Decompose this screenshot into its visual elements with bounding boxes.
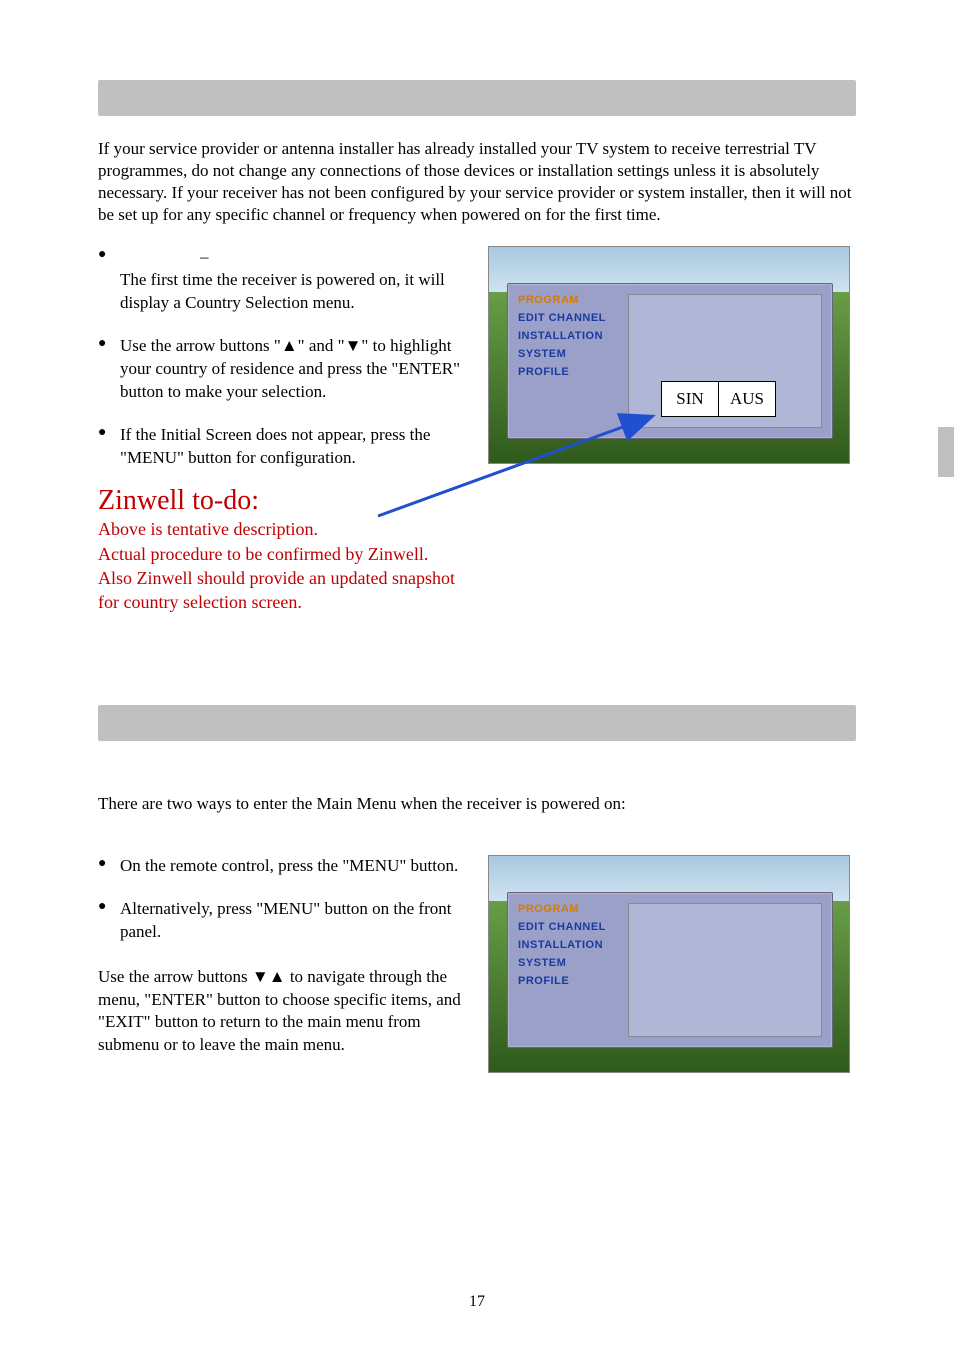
menu-content-area-2 (628, 903, 822, 1037)
bullet-remote-menu: On the remote control, press the "MENU" … (98, 855, 468, 878)
edge-tab (938, 427, 954, 477)
menu-item-profile: PROFILE (518, 366, 606, 378)
bullet-menu-fallback: If the Initial Screen does not appear, p… (98, 424, 468, 470)
section1-intro: If your service provider or antenna inst… (98, 138, 856, 226)
country-sin: SIN (662, 382, 719, 416)
menu2-item-profile: PROFILE (518, 975, 606, 987)
section2-intro: There are two ways to enter the Main Men… (98, 793, 856, 815)
menu2-item-edit-channel: EDIT CHANNEL (518, 921, 606, 933)
page-number: 17 (0, 1293, 954, 1311)
bullet-front-panel-menu: Alternatively, press "MENU" button on th… (98, 898, 468, 944)
section1-columns: – The first time the receiver is powered… (98, 246, 856, 614)
menu-sidebar-2: PROGRAM EDIT CHANNEL INSTALLATION SYSTEM… (518, 903, 606, 987)
document-page: If your service provider or antenna inst… (0, 0, 954, 1351)
nav-instructions: Use the arrow buttons ▼▲ to navigate thr… (98, 966, 468, 1058)
bullet-initial-screen: – The first time the receiver is powered… (98, 246, 468, 315)
section2-left: On the remote control, press the "MENU" … (98, 855, 468, 1058)
todo-heading: Zinwell to-do: (98, 484, 468, 518)
country-aus: AUS (719, 382, 775, 416)
section2-bullets: On the remote control, press the "MENU" … (98, 855, 468, 944)
todo-body: Above is tentative description. Actual p… (98, 517, 468, 614)
bullet-arrow-instructions: Use the arrow buttons "▲" and "▼" to hig… (98, 335, 468, 404)
menu-panel-2: PROGRAM EDIT CHANNEL INSTALLATION SYSTEM… (507, 892, 833, 1048)
section1-bullets: – The first time the receiver is powered… (98, 246, 468, 470)
bullet1-heading: – (200, 247, 209, 266)
section-header-2 (98, 705, 856, 741)
section1-left: – The first time the receiver is powered… (98, 246, 468, 614)
bullet1-body: The first time the receiver is powered o… (120, 270, 445, 312)
section2-columns: On the remote control, press the "MENU" … (98, 855, 856, 1073)
screenshot-country-select: PROGRAM EDIT CHANNEL INSTALLATION SYSTEM… (488, 246, 850, 464)
menu-item-program: PROGRAM (518, 294, 606, 306)
section-header-1 (98, 80, 856, 116)
country-selection-boxes: SIN AUS (661, 381, 776, 417)
menu-item-edit-channel: EDIT CHANNEL (518, 312, 606, 324)
menu-sidebar: PROGRAM EDIT CHANNEL INSTALLATION SYSTEM… (518, 294, 606, 378)
section1-right: PROGRAM EDIT CHANNEL INSTALLATION SYSTEM… (488, 246, 856, 464)
menu2-item-system: SYSTEM (518, 957, 606, 969)
menu-item-system: SYSTEM (518, 348, 606, 360)
menu-item-installation: INSTALLATION (518, 330, 606, 342)
menu2-item-installation: INSTALLATION (518, 939, 606, 951)
menu2-item-program: PROGRAM (518, 903, 606, 915)
section2-right: PROGRAM EDIT CHANNEL INSTALLATION SYSTEM… (488, 855, 856, 1073)
screenshot-main-menu: PROGRAM EDIT CHANNEL INSTALLATION SYSTEM… (488, 855, 850, 1073)
